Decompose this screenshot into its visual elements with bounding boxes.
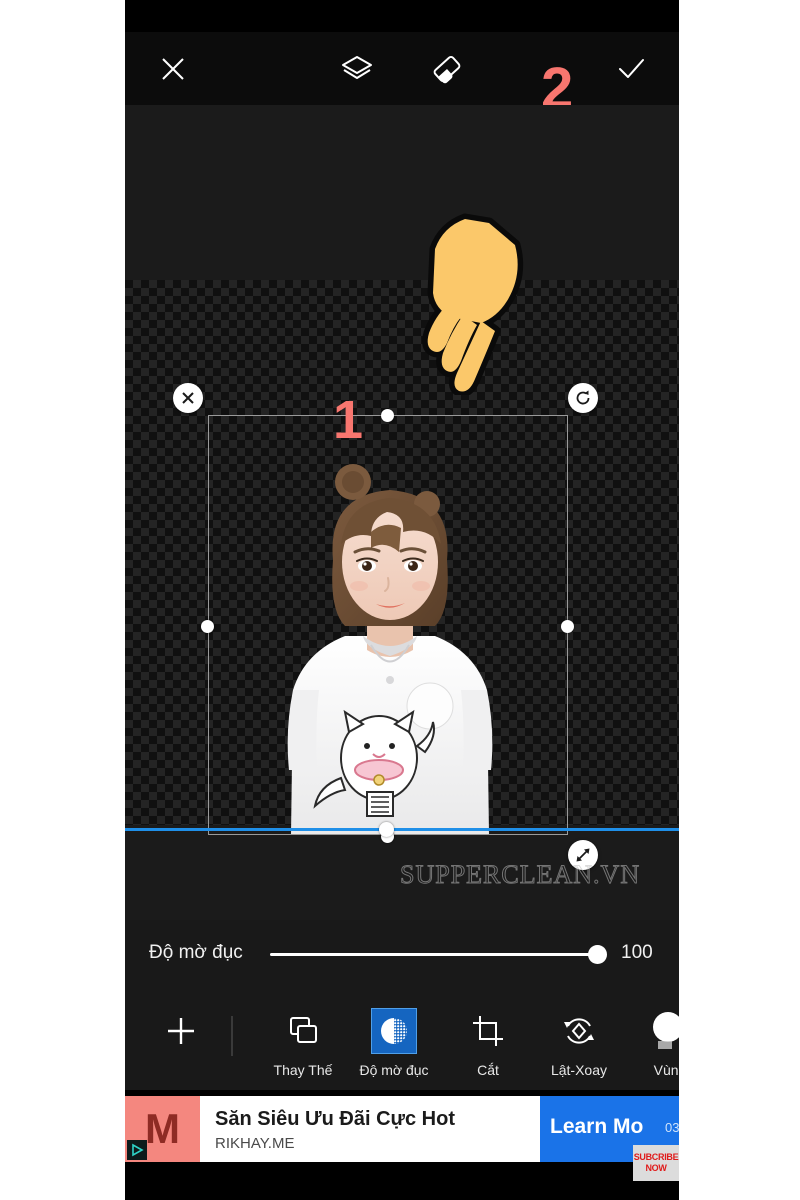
handle-right[interactable]	[561, 620, 574, 633]
opacity-slider-track[interactable]	[270, 953, 600, 956]
region-icon-wrap	[647, 1008, 679, 1054]
tool-flip-rotate-label: Lật-Xoay	[550, 1062, 608, 1078]
copy-icon	[290, 1017, 317, 1043]
eraser-button[interactable]	[423, 32, 471, 105]
tool-add[interactable]	[143, 1000, 219, 1088]
crop-icon	[473, 1016, 503, 1046]
tool-opacity[interactable]: Độ mờ đục	[356, 1000, 432, 1088]
plus-icon-wrap	[158, 1008, 204, 1054]
confirm-button[interactable]	[607, 32, 655, 105]
close-button[interactable]	[149, 32, 197, 105]
adchoices-icon[interactable]	[127, 1140, 147, 1160]
ad-title: Săn Siêu Ưu Đãi Cực Hot	[215, 1108, 455, 1130]
alignment-guide	[125, 828, 679, 831]
close-icon	[162, 57, 184, 80]
layers-button[interactable]	[333, 32, 381, 105]
opacity-value: 100	[621, 942, 653, 963]
flip-rotate-icon	[564, 1018, 594, 1044]
tool-replace-label: Thay Thế	[273, 1062, 333, 1078]
ad-banner[interactable]: M Săn Siêu Ưu Đãi Cực Hot RIKHAY.ME Lear…	[125, 1096, 679, 1162]
ad-timer: 03:29	[665, 1120, 679, 1135]
selection-frame[interactable]	[208, 415, 568, 835]
close-small-icon	[182, 392, 194, 404]
subscribe-line2: NOW	[645, 1163, 667, 1173]
opacity-slider-row: Độ mờ đục 100	[125, 920, 679, 992]
region-icon	[653, 1012, 679, 1049]
toolbar-divider	[231, 1016, 233, 1056]
layers-icon	[342, 55, 372, 79]
subscribe-line1: SUBCRIBE	[633, 1152, 679, 1162]
bottom-black-bar	[125, 1162, 679, 1200]
editor-canvas[interactable]: 1 SUPPERCLEAN.VN	[125, 105, 679, 920]
plus-icon	[168, 1018, 194, 1044]
opacity-icon	[381, 1018, 407, 1044]
ad-subtitle: RIKHAY.ME	[215, 1135, 295, 1152]
step-marker-1: 1	[333, 390, 364, 450]
tool-opacity-label: Độ mờ đục	[359, 1062, 429, 1078]
rotate-layer-button[interactable]	[568, 383, 598, 413]
opacity-label: Độ mờ đục	[149, 942, 243, 963]
screenshot-root: 2 1 SUPPERCLEAN.VN Độ mờ đục 100 Thay Th…	[0, 0, 800, 1200]
flip-rotate-icon-wrap	[556, 1008, 602, 1054]
copy-icon-wrap	[280, 1008, 326, 1054]
tool-crop[interactable]: Cắt	[450, 1000, 526, 1088]
handle-left[interactable]	[201, 620, 214, 633]
phone-screenshot: 2 1 SUPPERCLEAN.VN Độ mờ đục 100 Thay Th…	[125, 0, 679, 1200]
tool-region-label: Vùng	[653, 1062, 679, 1078]
watermark: SUPPERCLEAN.VN	[399, 860, 641, 890]
crop-icon-wrap	[465, 1008, 511, 1054]
pointing-hand-icon	[422, 213, 524, 395]
handle-top[interactable]	[381, 409, 394, 422]
opacity-slider-knob[interactable]	[588, 945, 607, 964]
check-icon	[619, 58, 644, 78]
play-triangle-icon	[132, 1143, 144, 1157]
guide-handle[interactable]	[379, 822, 394, 837]
eraser-icon	[433, 55, 461, 83]
top-toolbar: 2	[125, 32, 679, 118]
rotate-icon	[576, 390, 590, 405]
status-bar	[125, 0, 679, 32]
ad-logo-letter: M	[145, 1105, 180, 1152]
tool-flip-rotate[interactable]: Lật-Xoay	[541, 1000, 617, 1088]
tools-toolbar: Thay Thế Độ mờ đục Cắt Lật-Xoay Vùn	[125, 992, 679, 1090]
tool-region[interactable]: Vùng	[632, 1000, 679, 1088]
subscribe-sticker: SUBCRIBE NOW	[633, 1145, 679, 1181]
ad-cta-label: Learn Mo	[550, 1115, 644, 1138]
tool-crop-label: Cắt	[477, 1062, 499, 1078]
tool-replace[interactable]: Thay Thế	[265, 1000, 341, 1088]
delete-layer-button[interactable]	[173, 383, 203, 413]
opacity-icon-wrap	[371, 1008, 417, 1054]
